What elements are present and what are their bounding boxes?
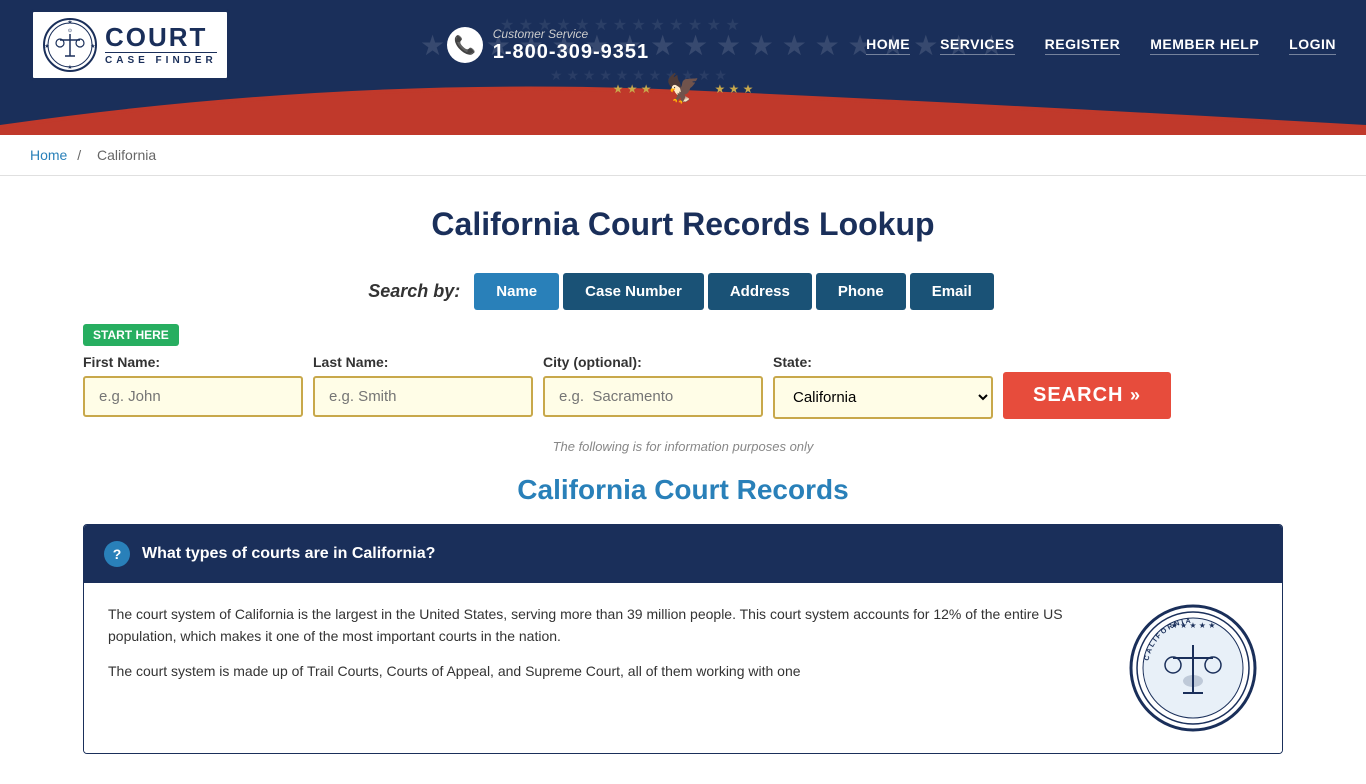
svg-text:★: ★	[44, 43, 49, 50]
info-note: The following is for information purpose…	[83, 439, 1283, 454]
logo-area[interactable]: ★ ★ ★ ★ ⊙ COURT CASE FINDER	[30, 9, 230, 81]
nav-member-help[interactable]: MEMBER HELP	[1150, 36, 1259, 55]
faq-paragraph-1: The court system of California is the la…	[108, 603, 1104, 648]
faq-text: The court system of California is the la…	[108, 603, 1104, 682]
cs-phone: 1-800-309-9351	[493, 41, 649, 64]
faq-question-icon: ?	[104, 541, 130, 567]
nav-register[interactable]: REGISTER	[1045, 36, 1121, 55]
faq-header[interactable]: ? What types of courts are in California…	[84, 525, 1282, 583]
last-name-input[interactable]	[313, 376, 533, 417]
search-by-label: Search by:	[368, 281, 460, 302]
state-label: State:	[773, 354, 993, 370]
city-group: City (optional):	[543, 354, 763, 417]
records-title: California Court Records	[83, 474, 1283, 506]
phone-icon: 📞	[447, 27, 483, 63]
search-button[interactable]: SEARCH »	[1003, 372, 1171, 419]
wave-section: ★ ★ ★ 🦅 ★ ★ ★	[0, 90, 1366, 130]
search-by-row: Search by: Name Case Number Address Phon…	[83, 273, 1283, 310]
first-name-input[interactable]	[83, 376, 303, 417]
main-content: California Court Records Lookup Search b…	[43, 176, 1323, 784]
faq-paragraph-2: The court system is made up of Trail Cou…	[108, 660, 1104, 682]
tab-case-number[interactable]: Case Number	[563, 273, 704, 310]
svg-text:★: ★	[67, 64, 72, 71]
faq-block: ? What types of courts are in California…	[83, 524, 1283, 754]
svg-text:⊙: ⊙	[68, 28, 72, 34]
breadcrumb-current: California	[97, 147, 156, 163]
court-emblem-icon: ★ ★ ★ ★ ⊙	[43, 18, 97, 72]
logo-court-text: COURT	[105, 24, 207, 50]
city-label: City (optional):	[543, 354, 763, 370]
faq-question-text: What types of courts are in California?	[142, 545, 435, 563]
breadcrumb-home[interactable]: Home	[30, 147, 67, 163]
tab-address[interactable]: Address	[708, 273, 812, 310]
state-group: State: California Alabama Alaska Arizona…	[773, 354, 993, 419]
last-name-group: Last Name:	[313, 354, 533, 417]
customer-service: 📞 Customer Service 1-800-309-9351	[447, 27, 649, 64]
nav-services[interactable]: SERVICES	[940, 36, 1015, 55]
page-title: California Court Records Lookup	[83, 206, 1283, 243]
nav-login[interactable]: LOGIN	[1289, 36, 1336, 55]
logo-box[interactable]: ★ ★ ★ ★ ⊙ COURT CASE FINDER	[30, 9, 230, 81]
svg-text:★: ★	[90, 43, 95, 50]
cs-label: Customer Service	[493, 27, 649, 41]
city-input[interactable]	[543, 376, 763, 417]
main-nav: HOME SERVICES REGISTER MEMBER HELP LOGIN	[866, 36, 1336, 55]
logo-case-finder-text: CASE FINDER	[105, 52, 217, 66]
breadcrumb: Home / California	[0, 135, 1366, 176]
search-section: Search by: Name Case Number Address Phon…	[83, 273, 1283, 419]
california-seal: CALIFORNIA ★ ★ ★ ★ ★	[1128, 603, 1258, 733]
first-name-label: First Name:	[83, 354, 303, 370]
chevrons-icon: »	[1130, 385, 1141, 405]
tab-name[interactable]: Name	[474, 273, 559, 310]
state-select[interactable]: California Alabama Alaska Arizona Arkans…	[773, 376, 993, 419]
first-name-group: First Name:	[83, 354, 303, 417]
breadcrumb-separator: /	[77, 147, 81, 163]
svg-text:★ ★ ★ ★ ★: ★ ★ ★ ★ ★	[1171, 621, 1216, 630]
search-form-row: First Name: Last Name: City (optional): …	[83, 354, 1283, 419]
svg-text:★: ★	[67, 19, 72, 26]
nav-home[interactable]: HOME	[866, 36, 910, 55]
faq-body: The court system of California is the la…	[84, 583, 1282, 753]
eagle-decoration: ★ ★ ★ 🦅 ★ ★ ★	[613, 72, 754, 105]
start-here-badge: START HERE	[83, 324, 179, 346]
tab-phone[interactable]: Phone	[816, 273, 906, 310]
search-btn-label: SEARCH	[1033, 384, 1123, 406]
last-name-label: Last Name:	[313, 354, 533, 370]
tab-email[interactable]: Email	[910, 273, 994, 310]
